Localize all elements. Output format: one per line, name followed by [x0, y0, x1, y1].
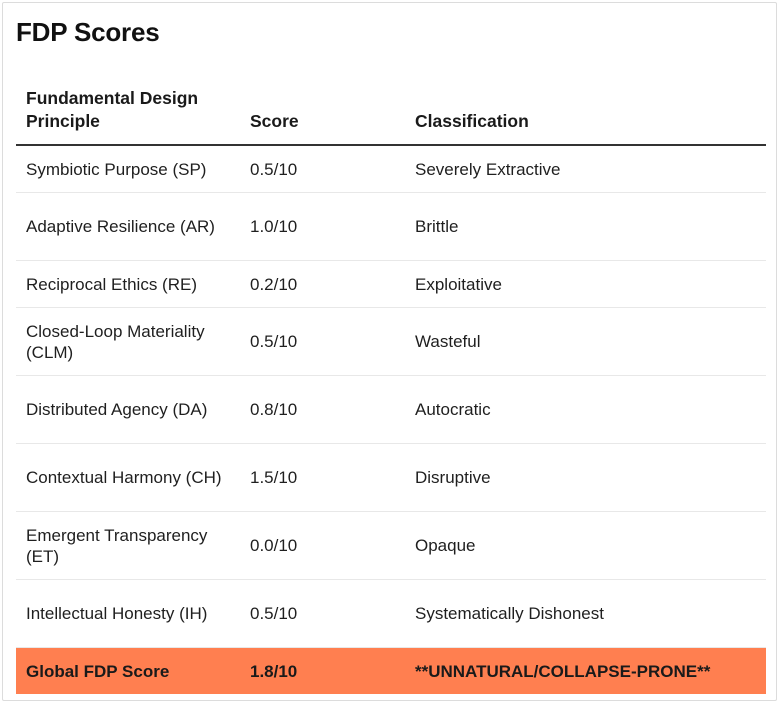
- column-header-principle: Fundamental Design Principle: [16, 82, 240, 146]
- page-title: FDP Scores: [16, 17, 160, 47]
- table-row: Reciprocal Ethics (RE) 0.2/10 Exploitati…: [16, 260, 766, 308]
- score-cell: 0.8/10: [240, 375, 405, 444]
- score-cell: 0.5/10: [240, 145, 405, 193]
- principle-cell: Reciprocal Ethics (RE): [16, 260, 240, 308]
- classification-cell: Disruptive: [405, 443, 766, 512]
- principle-cell: Adaptive Resilience (AR): [16, 192, 240, 261]
- classification-cell: Exploitative: [405, 260, 766, 308]
- table-body: Symbiotic Purpose (SP) 0.5/10 Severely E…: [16, 145, 766, 694]
- global-score-row: Global FDP Score 1.8/10 **UNNATURAL/COLL…: [16, 647, 766, 694]
- classification-cell: Severely Extractive: [405, 145, 766, 193]
- principle-cell: Distributed Agency (DA): [16, 375, 240, 444]
- score-cell: 0.2/10: [240, 260, 405, 308]
- principle-cell: Contextual Harmony (CH): [16, 443, 240, 512]
- table-row: Adaptive Resilience (AR) 1.0/10 Brittle: [16, 192, 766, 261]
- classification-cell: Brittle: [405, 192, 766, 261]
- principle-cell: Symbiotic Purpose (SP): [16, 145, 240, 193]
- score-cell: 1.5/10: [240, 443, 405, 512]
- classification-cell: Systematically Dishonest: [405, 579, 766, 648]
- column-header-classification: Classification: [405, 82, 766, 146]
- table-row: Contextual Harmony (CH) 1.5/10 Disruptiv…: [16, 443, 766, 512]
- global-score-cell: 1.8/10: [240, 647, 405, 694]
- score-cell: 1.0/10: [240, 192, 405, 261]
- table-header: Fundamental Design Principle Score Class…: [16, 82, 766, 146]
- column-header-score: Score: [240, 82, 405, 146]
- principle-cell: Emergent Transparency (ET): [16, 511, 240, 580]
- global-classification-cell: **UNNATURAL/COLLAPSE-PRONE**: [405, 647, 766, 694]
- score-cell: 0.5/10: [240, 579, 405, 648]
- principle-cell: Intellectual Honesty (IH): [16, 579, 240, 648]
- principle-cell: Closed-Loop Materiality (CLM): [16, 307, 240, 376]
- score-cell: 0.0/10: [240, 511, 405, 580]
- table-row: Closed-Loop Materiality (CLM) 0.5/10 Was…: [16, 307, 766, 376]
- classification-cell: Autocratic: [405, 375, 766, 444]
- table-row: Distributed Agency (DA) 0.8/10 Autocrati…: [16, 375, 766, 444]
- fdp-scores-table: Fundamental Design Principle Score Class…: [16, 82, 766, 694]
- table-row: Intellectual Honesty (IH) 0.5/10 Systema…: [16, 579, 766, 648]
- global-principle-cell: Global FDP Score: [16, 647, 240, 694]
- header-row: Fundamental Design Principle Score Class…: [16, 82, 766, 146]
- fdp-scores-card: FDP Scores Fundamental Design Principle …: [2, 2, 777, 701]
- classification-cell: Wasteful: [405, 307, 766, 376]
- table-row: Emergent Transparency (ET) 0.0/10 Opaque: [16, 511, 766, 580]
- table-row: Symbiotic Purpose (SP) 0.5/10 Severely E…: [16, 145, 766, 193]
- classification-cell: Opaque: [405, 511, 766, 580]
- score-cell: 0.5/10: [240, 307, 405, 376]
